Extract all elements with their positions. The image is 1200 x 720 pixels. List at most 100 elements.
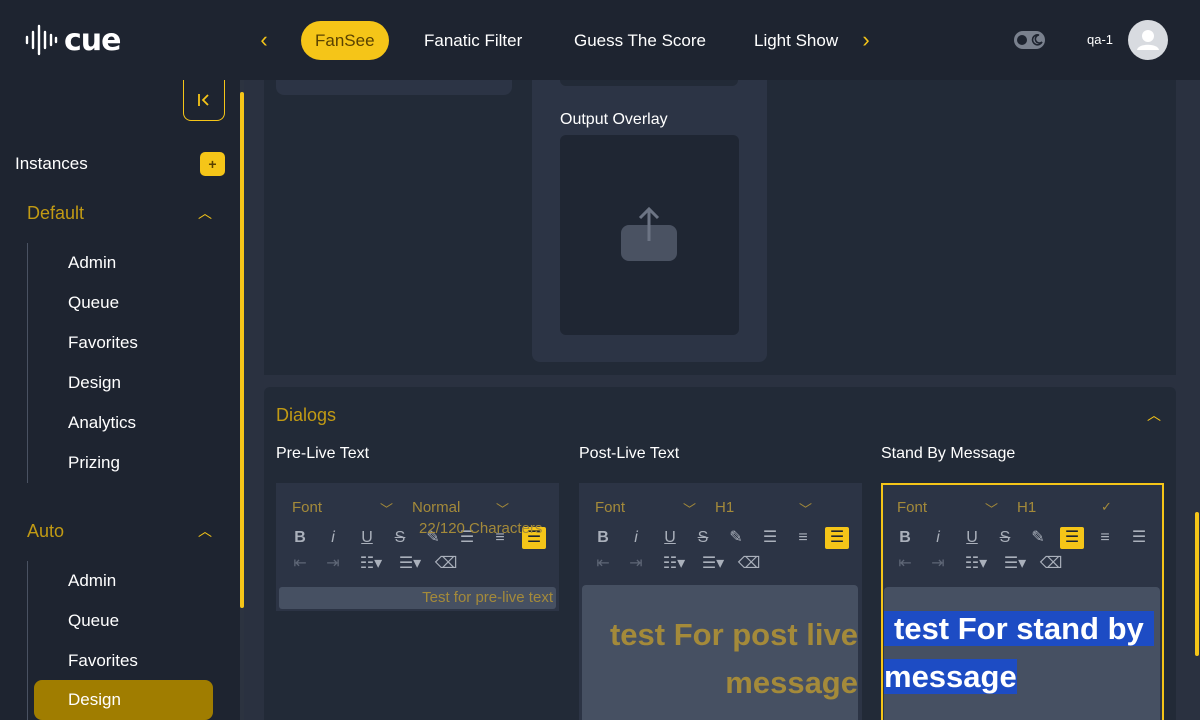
add-instance-button[interactable]: +: [200, 152, 225, 176]
font-select[interactable]: Font: [897, 499, 927, 516]
strikethrough-icon[interactable]: S: [691, 527, 715, 549]
size-select[interactable]: Normal: [412, 499, 460, 516]
editor-toolbar-row: ⇤ ⇥ ☷▾ ☰▾ ⌫: [883, 551, 1162, 577]
indent-icon[interactable]: ⇥: [624, 553, 648, 575]
bullet-list-icon[interactable]: ☰▾: [999, 553, 1031, 575]
align-left-icon[interactable]: ☰: [758, 527, 782, 549]
align-right-icon[interactable]: ☰: [825, 527, 849, 549]
tab-fanatic-filter[interactable]: Fanatic Filter: [410, 21, 536, 60]
selected-text-line: message: [884, 659, 1017, 694]
align-center-icon[interactable]: ≡: [1093, 527, 1117, 549]
chevron-up-icon[interactable]: ︿: [198, 521, 212, 541]
sidebar-item-admin[interactable]: Admin: [68, 253, 116, 273]
pre-live-editor: Font ﹀ Normal ﹀ B i U S ✎ ☰ ≡ ☰ ⇤ ⇥ ☷▾ ☰…: [276, 483, 559, 611]
selected-text-line: test For stand by: [884, 611, 1154, 646]
output-overlay-label: Output Overlay: [560, 111, 668, 128]
underline-icon[interactable]: U: [658, 527, 682, 549]
overlay-card: Output Overlay: [264, 80, 1176, 375]
italic-icon[interactable]: i: [321, 527, 345, 549]
bullet-list-icon[interactable]: ☰▾: [394, 553, 426, 575]
chevron-up-icon[interactable]: ︿: [198, 203, 212, 223]
font-select[interactable]: Font: [595, 499, 625, 516]
underline-icon[interactable]: U: [355, 527, 379, 549]
eraser-icon[interactable]: ⌫: [434, 553, 458, 575]
cue-logo[interactable]: cue: [24, 22, 121, 58]
highlight-icon[interactable]: ✎: [724, 527, 748, 549]
editor-toolbar-row: ⇤ ⇥ ☷▾ ☰▾ ⌫: [276, 551, 559, 577]
size-select[interactable]: H1: [715, 499, 734, 516]
sidebar-item-favorites[interactable]: Favorites: [68, 333, 138, 353]
tabs-next-arrow[interactable]: ›: [854, 28, 878, 52]
italic-icon[interactable]: i: [926, 527, 950, 549]
panel-fragment: [276, 80, 512, 95]
top-bar: cue ‹ FanSee Fanatic Filter Guess The Sc…: [0, 0, 1200, 80]
font-select[interactable]: Font: [292, 499, 322, 516]
indent-icon[interactable]: ⇥: [926, 553, 950, 575]
editor-toolbar-row: Font ﹀ H1 ✓: [883, 495, 1162, 521]
indent-icon[interactable]: ⇥: [321, 553, 345, 575]
chevron-down-icon[interactable]: ﹀: [985, 499, 998, 518]
outdent-icon[interactable]: ⇤: [893, 553, 917, 575]
size-select[interactable]: H1: [1017, 499, 1036, 516]
sidebar-item-admin[interactable]: Admin: [68, 571, 116, 591]
dialogs-section: Dialogs ︿ Pre-Live Text Font ﹀ Normal ﹀ …: [264, 387, 1176, 720]
chevron-down-icon[interactable]: ﹀: [380, 499, 393, 518]
strikethrough-icon[interactable]: S: [388, 527, 412, 549]
bold-icon[interactable]: B: [591, 527, 615, 549]
ordered-list-icon[interactable]: ☷▾: [355, 553, 387, 575]
eraser-icon[interactable]: ⌫: [737, 553, 761, 575]
dialogs-title[interactable]: Dialogs: [276, 405, 336, 426]
underline-icon[interactable]: U: [960, 527, 984, 549]
sidebar-item-favorites[interactable]: Favorites: [68, 651, 138, 671]
outdent-icon[interactable]: ⇤: [288, 553, 312, 575]
outdent-icon[interactable]: ⇤: [591, 553, 615, 575]
sidebar-item-design[interactable]: Design: [68, 373, 121, 393]
theme-toggle[interactable]: [1014, 31, 1045, 49]
post-live-label: Post-Live Text: [579, 445, 680, 462]
panel-fragment: [560, 80, 738, 86]
pre-live-text-input[interactable]: Test for pre-live text: [279, 587, 556, 609]
user-avatar[interactable]: [1128, 20, 1168, 60]
chevron-down-icon[interactable]: ﹀: [496, 499, 509, 518]
chevron-down-icon[interactable]: ﹀: [683, 499, 696, 518]
instances-label: Instances: [15, 154, 88, 173]
stand-by-content[interactable]: test For stand by message: [884, 587, 1160, 720]
bullet-list-icon[interactable]: ☰▾: [697, 553, 729, 575]
editor-toolbar-row: B i U S ✎ ☰ ≡ ☰: [579, 525, 862, 551]
italic-icon[interactable]: i: [624, 527, 648, 549]
tab-guess-the-score[interactable]: Guess The Score: [560, 21, 720, 60]
sidebar-item-prizing[interactable]: Prizing: [68, 453, 120, 473]
collapse-sidebar-button[interactable]: [183, 80, 225, 121]
ordered-list-icon[interactable]: ☷▾: [658, 553, 690, 575]
character-count: 22/120 Characters: [419, 520, 543, 537]
eraser-icon[interactable]: ⌫: [1039, 553, 1063, 575]
align-right-icon[interactable]: ☰: [1127, 527, 1151, 549]
highlight-icon[interactable]: ✎: [1026, 527, 1050, 549]
output-overlay-upload[interactable]: [560, 135, 739, 335]
chevron-up-icon[interactable]: ︿: [1147, 405, 1161, 425]
tab-light-show[interactable]: Light Show: [740, 21, 852, 60]
align-left-icon[interactable]: ☰: [1060, 527, 1084, 549]
align-center-icon[interactable]: ≡: [791, 527, 815, 549]
tab-fansee[interactable]: FanSee: [301, 21, 389, 60]
group-title-default[interactable]: Default: [27, 203, 84, 224]
main-scrollbar-thumb[interactable]: [1195, 512, 1199, 656]
sidebar-item-design-active[interactable]: Design: [34, 680, 213, 720]
tabs-prev-arrow[interactable]: ‹: [252, 28, 276, 52]
sidebar-item-analytics[interactable]: Analytics: [68, 413, 136, 433]
sidebar-item-queue[interactable]: Queue: [68, 611, 119, 631]
editor-toolbar-row: ⇤ ⇥ ☷▾ ☰▾ ⌫: [579, 551, 862, 577]
stand-by-text: test For stand by message: [884, 605, 1160, 701]
sidebar-item-queue[interactable]: Queue: [68, 293, 119, 313]
ordered-list-icon[interactable]: ☷▾: [960, 553, 992, 575]
chevron-down-icon[interactable]: ﹀: [799, 499, 812, 518]
bold-icon[interactable]: B: [288, 527, 312, 549]
user-icon: [1137, 30, 1159, 50]
group-tree-line: [27, 561, 28, 720]
check-icon[interactable]: ✓: [1101, 499, 1112, 515]
bold-icon[interactable]: B: [893, 527, 917, 549]
post-live-content[interactable]: test For post live message: [582, 585, 858, 720]
strikethrough-icon[interactable]: S: [993, 527, 1017, 549]
sidebar: Instances + Default ︿ Admin Queue Favori…: [0, 80, 240, 720]
group-title-auto[interactable]: Auto: [27, 521, 64, 542]
